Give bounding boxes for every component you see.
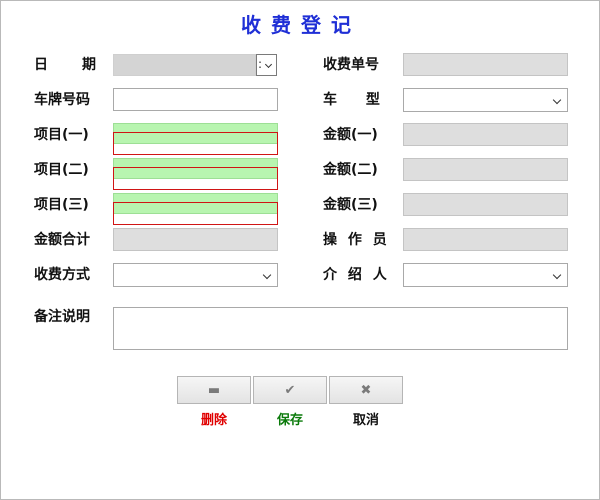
amount3-label: 金额(三) xyxy=(323,197,378,213)
cancel-button[interactable]: ✖ xyxy=(329,376,403,404)
receipt-no-field[interactable] xyxy=(403,53,568,76)
item2-label: 项目(二) xyxy=(34,162,89,178)
date-label: 日期 xyxy=(34,54,96,76)
item1-field[interactable] xyxy=(113,123,278,155)
total-field[interactable] xyxy=(113,228,278,251)
fee-registration-window: 收费登记 日期 : 收费单号 车牌号码 车 型 项目(一) 金额(一) 项目(二… xyxy=(0,0,600,500)
receipt-no-label: 收费单号 xyxy=(323,57,379,73)
minus-icon: ▬ xyxy=(207,382,221,398)
close-icon: ✖ xyxy=(360,382,372,398)
referrer-select[interactable] xyxy=(403,263,568,287)
total-label: 金额合计 xyxy=(34,232,90,248)
vehicle-type-label-text: 车 型 xyxy=(323,92,380,108)
save-button[interactable]: ✔ xyxy=(253,376,327,404)
date-label-char-0: 日 xyxy=(34,57,48,73)
item1-select[interactable] xyxy=(113,132,278,155)
remarks-textarea[interactable] xyxy=(113,307,568,350)
amount2-label: 金额(二) xyxy=(323,162,378,178)
cancel-label[interactable]: 取消 xyxy=(329,409,403,428)
item3-field[interactable] xyxy=(113,193,278,225)
pay-method-label: 收费方式 xyxy=(34,267,90,283)
item3-label: 项目(三) xyxy=(34,197,89,213)
referrer-label-text: 介 绍 人 xyxy=(323,267,387,283)
chevron-down-icon xyxy=(264,60,273,69)
vehicle-type-select[interactable] xyxy=(403,88,568,112)
save-label[interactable]: 保存 xyxy=(253,409,327,428)
amount1-field[interactable] xyxy=(403,123,568,146)
vehicle-type-label: 车 型 xyxy=(323,89,386,111)
date-label-char-1: 期 xyxy=(82,57,96,73)
amount2-field[interactable] xyxy=(403,158,568,181)
operator-field[interactable] xyxy=(403,228,568,251)
operator-label-text: 操 作 员 xyxy=(323,232,387,248)
delete-button[interactable]: ▬ xyxy=(177,376,251,404)
date-picker-button[interactable]: : xyxy=(256,54,277,76)
date-field[interactable] xyxy=(113,54,256,76)
check-icon: ✔ xyxy=(284,382,296,398)
remarks-label: 备注说明 xyxy=(34,309,90,325)
item2-select[interactable] xyxy=(113,167,278,190)
plate-input[interactable] xyxy=(113,88,278,111)
pay-method-select[interactable] xyxy=(113,263,278,287)
item2-field[interactable] xyxy=(113,158,278,190)
referrer-label: 介 绍 人 xyxy=(323,264,387,286)
plate-label: 车牌号码 xyxy=(34,92,90,108)
item1-label: 项目(一) xyxy=(34,127,89,143)
amount1-label: 金额(一) xyxy=(323,127,378,143)
date-spinner-glyph: : xyxy=(258,57,263,71)
operator-label: 操 作 员 xyxy=(323,229,387,251)
item3-select[interactable] xyxy=(113,202,278,225)
amount3-field[interactable] xyxy=(403,193,568,216)
page-title: 收费登记 xyxy=(241,13,361,37)
delete-label[interactable]: 删除 xyxy=(177,409,251,428)
